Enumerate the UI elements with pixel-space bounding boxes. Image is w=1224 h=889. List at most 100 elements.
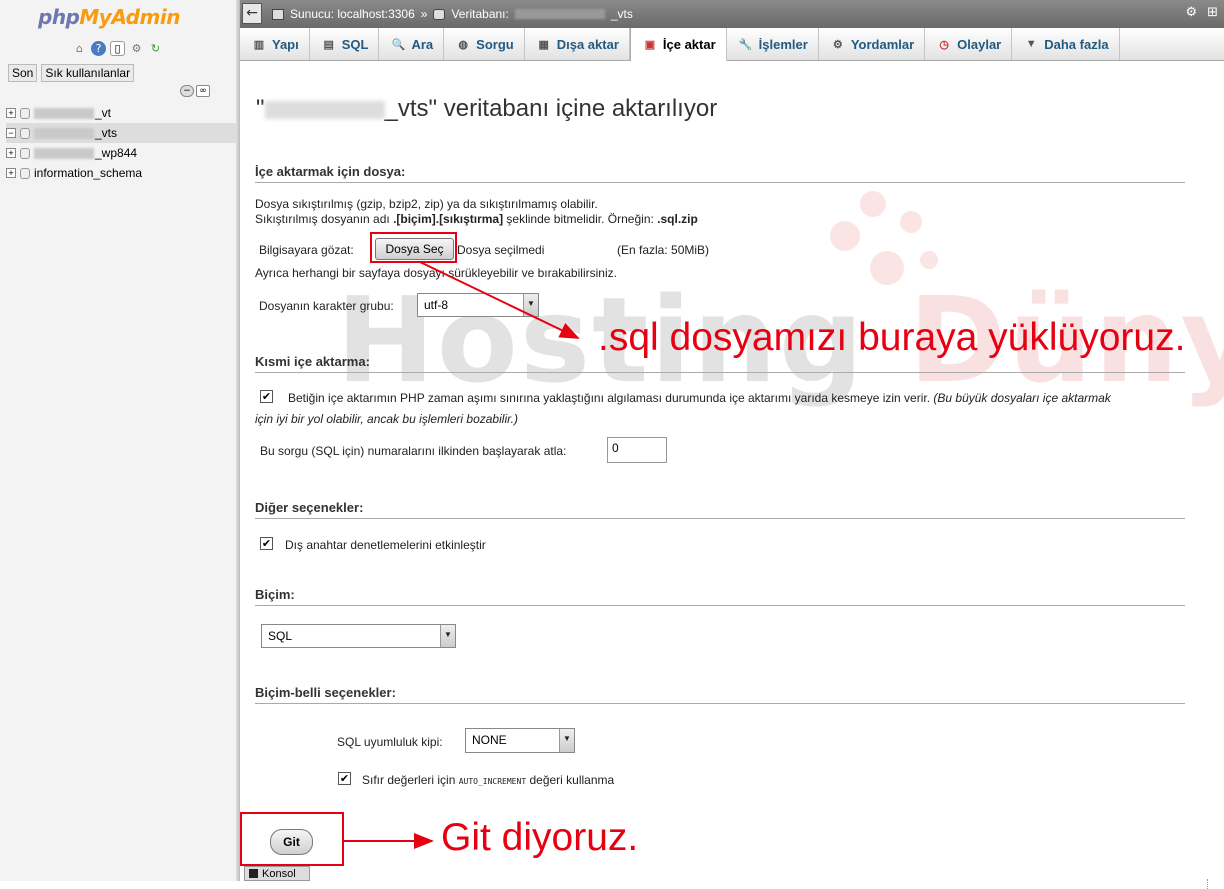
naming-pre: Sıkıştırılmış dosyanın adı <box>255 212 394 226</box>
expand-icon[interactable]: + <box>6 108 16 118</box>
tab-search[interactable]: 🔍 Ara <box>379 28 445 60</box>
sql-compat-label: SQL uyumluluk kipi: <box>337 735 443 749</box>
collapse-icon[interactable]: − <box>6 128 16 138</box>
settings-icon[interactable]: ⚙ <box>1185 5 1197 20</box>
database-item-vt[interactable]: + _vt <box>6 103 236 123</box>
allow-interrupt-checkbox[interactable]: ✔ <box>260 390 273 403</box>
breadcrumb-db-suffix[interactable]: _vts <box>611 7 633 21</box>
compression-naming-info: Sıkıştırılmış dosyanın adı .[biçim].[sık… <box>255 212 698 226</box>
home-icon[interactable]: ⌂ <box>72 41 87 56</box>
phpmyadmin-logo[interactable]: phpMyAdmin <box>38 5 180 29</box>
database-icon <box>20 107 30 119</box>
operations-icon: 🔧 <box>738 38 753 51</box>
tab-label: Olaylar <box>957 36 1002 52</box>
dropdown-arrow-icon: ▼ <box>440 625 455 647</box>
collapse-panel-button[interactable]: ← <box>242 3 262 24</box>
database-item-information-schema[interactable]: + information_schema <box>6 163 236 183</box>
tab-label: Daha fazla <box>1044 36 1109 52</box>
no-auto-value-zero-label: Sıfır değerleri için AUTO_INCREMENT değe… <box>362 773 614 787</box>
format-section-heading: Biçim: <box>255 587 1185 606</box>
top-breadcrumb-bar: ← Sunucu: localhost:3306 » Veritabanı: _… <box>240 0 1224 28</box>
import-page: Hosting Dünyam "_vts" veritabanı içine a… <box>240 61 1224 889</box>
server-icon <box>272 8 284 20</box>
recent-favorites-tabs: Son Sık kullanılanlar <box>8 64 135 82</box>
collapse-all-icon[interactable]: − <box>180 85 194 97</box>
database-item-wp844[interactable]: + _wp844 <box>6 143 236 163</box>
tab-label: Yordamlar <box>850 36 915 52</box>
events-icon: ◷ <box>939 38 949 51</box>
database-name: information_schema <box>34 166 143 180</box>
skip-queries-label: Bu sorgu (SQL için) numaralarını ilkinde… <box>260 444 567 458</box>
zero-post: değeri kullanma <box>526 773 615 787</box>
tab-label: SQL <box>341 36 369 52</box>
database-name: _vt <box>95 106 112 120</box>
page-title: " _vts" veritabanı içine aktarılıyor <box>256 95 717 123</box>
tab-events[interactable]: ◷ Olaylar <box>925 28 1013 60</box>
export-icon: ▦ <box>538 38 549 51</box>
structure-icon: ▥ <box>253 38 265 51</box>
tab-operations[interactable]: 🔧 İşlemler <box>727 28 819 60</box>
favorites-tab[interactable]: Sık kullanılanlar <box>41 64 135 82</box>
breadcrumb-server[interactable]: Sunucu: localhost:3306 <box>290 7 415 21</box>
database-icon <box>433 8 446 20</box>
dropdown-arrow-icon: ▼ <box>559 729 574 752</box>
recent-tab[interactable]: Son <box>8 64 38 82</box>
format-select[interactable]: SQL ▼ <box>261 624 456 648</box>
no-auto-value-zero-checkbox[interactable]: ✔ <box>338 772 351 785</box>
database-item-vts[interactable]: − _vts <box>6 123 236 143</box>
sql-compat-select[interactable]: NONE ▼ <box>465 728 575 753</box>
database-icon <box>20 127 30 139</box>
link-icon[interactable]: ∞ <box>196 85 210 97</box>
search-icon: 🔍 <box>391 38 406 51</box>
title-prefix: " <box>256 95 265 122</box>
zero-pre: Sıfır değerleri için <box>362 773 459 787</box>
charset-select[interactable]: utf-8 ▼ <box>417 293 539 317</box>
expand-icon[interactable]: + <box>6 148 16 158</box>
redacted-name <box>34 147 94 159</box>
fk-checks-label: Dış anahtar denetlemelerini etkinleştir <box>285 538 486 552</box>
tab-sql[interactable]: ▤ SQL <box>310 28 380 60</box>
console-icon <box>249 869 258 878</box>
reload-icon[interactable]: ↻ <box>148 41 163 56</box>
file-section-heading: İçe aktarmak için dosya: <box>255 164 1185 183</box>
logo-text-php: php <box>38 5 80 29</box>
title-suffix: _vts" veritabanı içine aktarılıyor <box>384 95 718 122</box>
database-icon <box>20 167 30 179</box>
tab-label: Ara <box>411 36 434 52</box>
query-icon: ◍ <box>458 38 468 51</box>
database-name: _wp844 <box>95 146 138 160</box>
expand-icon[interactable]: + <box>6 168 16 178</box>
fk-checks-checkbox[interactable]: ✔ <box>260 537 273 550</box>
redacted-name <box>34 127 94 139</box>
sql-compat-value: NONE <box>472 733 507 747</box>
console-toggle[interactable]: Konsol <box>244 866 310 881</box>
tab-import[interactable]: ▣ İçe aktar <box>629 28 727 61</box>
more-icon: ▼ <box>1025 38 1037 50</box>
tab-label: İçe aktar <box>662 37 716 52</box>
tab-structure[interactable]: ▥ Yapı <box>240 28 310 60</box>
format-value: SQL <box>268 629 293 643</box>
database-icon <box>20 147 30 159</box>
breadcrumb-db-label[interactable]: Veritabanı: <box>451 7 508 21</box>
allow-interrupt-note-2: için iyi bir yol olabilir, ancak bu işle… <box>255 412 518 426</box>
redacted-db-name <box>264 100 385 119</box>
skip-queries-input[interactable]: 0 <box>607 437 667 463</box>
tab-more[interactable]: ▼ Daha fazla <box>1012 28 1120 60</box>
other-section-heading: Diğer seçenekler: <box>255 500 1185 519</box>
nav-icon-bar: ⌂ ? ▯ ⚙ ↻ <box>72 41 163 56</box>
docs-icon[interactable]: ▯ <box>110 41 125 56</box>
tab-routines[interactable]: ⚙ Yordamlar <box>819 28 926 60</box>
tab-query[interactable]: ◍ Sorgu <box>444 28 525 60</box>
allow-interrupt-note-1: (Bu büyük dosyaları içe aktarmak <box>933 391 1111 405</box>
tab-export[interactable]: ▦ Dışa aktar <box>525 28 630 60</box>
allow-interrupt-text: Betiğin içe aktarımın PHP zaman aşımı sı… <box>288 391 931 405</box>
breadcrumb: Sunucu: localhost:3306 » Veritabanı: _vt… <box>272 7 633 21</box>
database-tree: + _vt − _vts + _wp844 + information_sche… <box>6 103 236 183</box>
settings-icon[interactable]: ⚙ <box>129 41 144 56</box>
no-file-chosen: Dosya seçilmedi <box>457 243 545 257</box>
main-tab-bar: ▥ Yapı ▤ SQL 🔍 Ara ◍ Sorgu ▦ Dışa aktar ▣ İçe … <box>240 28 1224 61</box>
help-icon[interactable]: ? <box>91 41 106 56</box>
tree-controls: − ∞ <box>180 85 210 97</box>
maximize-icon[interactable]: ⊞ <box>1207 5 1218 20</box>
browse-label: Bilgisayara gözat: <box>259 243 354 257</box>
